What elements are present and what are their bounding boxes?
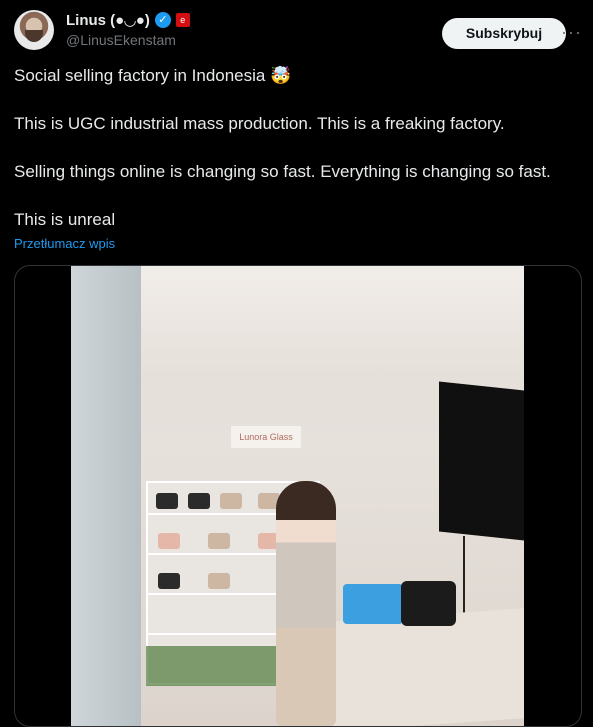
handbag <box>156 493 178 509</box>
blue-container <box>343 584 403 624</box>
translate-post-link[interactable]: Przetłumacz wpis <box>14 236 115 251</box>
post-paragraph: This is unreal <box>14 210 116 229</box>
handbag <box>158 573 180 589</box>
avatar-beard <box>25 30 43 42</box>
black-case <box>401 581 456 626</box>
subscribe-button[interactable]: Subskrybuj <box>442 18 566 49</box>
presenter-figure <box>276 481 336 726</box>
author-handle[interactable]: @LinusEkenstam <box>66 32 176 48</box>
wall-background <box>141 266 524 376</box>
affiliation-badge-icon[interactable]: e <box>175 13 190 27</box>
store-sign: Lunora Glass <box>231 426 301 448</box>
verified-badge-icon: ✓ <box>154 12 171 28</box>
more-options-icon[interactable]: ··· <box>561 22 582 43</box>
post-paragraph: Social selling factory in Indonesia 🤯 <box>14 66 292 85</box>
handbag <box>208 533 230 549</box>
studio-softbox <box>439 381 524 541</box>
author-name[interactable]: Linus (●◡●) <box>66 11 150 29</box>
video-frame[interactable]: Lunora Glass <box>71 266 524 726</box>
handbag <box>220 493 242 509</box>
foreground-pillar <box>71 266 141 726</box>
handbag <box>208 573 230 589</box>
handbag <box>188 493 210 509</box>
post-header: Linus (●◡●) ✓ e @LinusEkenstam Subskrybu… <box>14 8 582 52</box>
media-container[interactable]: Lunora Glass <box>14 265 582 727</box>
author-avatar[interactable] <box>14 10 54 50</box>
post-paragraph: This is UGC industrial mass production. … <box>14 114 505 133</box>
author-name-row[interactable]: Linus (●◡●) ✓ e <box>66 10 190 30</box>
post-paragraph: Selling things online is changing so fas… <box>14 162 551 181</box>
handbag <box>158 533 180 549</box>
